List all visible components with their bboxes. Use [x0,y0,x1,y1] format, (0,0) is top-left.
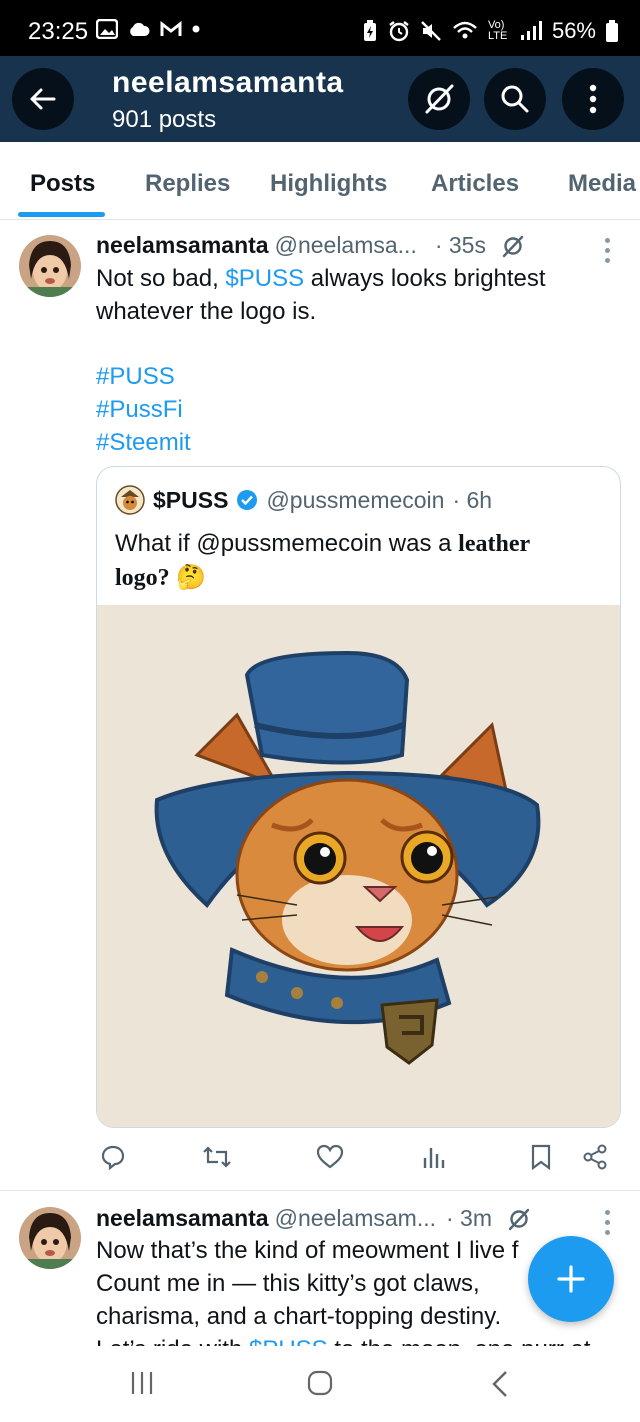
post-header: neelamsamanta @neelamsa... · 35s [96,232,526,259]
search-button[interactable] [484,68,546,130]
author-name[interactable]: neelamsamanta [96,1205,269,1232]
post-more-button[interactable] [603,1210,611,1235]
quoted-author-name[interactable]: $PUSS [153,487,228,514]
profile-tabs: Posts Replies Highlights Articles Media [0,148,640,220]
post-text-part: Not so bad, [96,265,226,292]
author-handle[interactable]: @neelamsam... [275,1205,436,1232]
dot-icon [192,25,200,33]
grok-button[interactable] [408,68,470,130]
status-right-icons: Vo) LTE 56% [362,18,618,44]
status-bar: 23:25 Vo) LTE 56% [0,0,640,56]
active-tab-indicator [18,212,105,217]
more-options-button[interactable] [562,68,624,130]
avatar-image [19,1207,81,1269]
tab-replies[interactable]: Replies [145,170,230,198]
quoted-post-header: $PUSS @pussmemecoin · 6h [115,485,492,515]
battery-icon [606,20,618,42]
quoted-post-text: What if @pussmemecoin was a leather logo… [115,527,585,595]
quote-avatar [115,485,145,515]
quoted-author-handle[interactable]: @pussmemecoin [266,487,444,514]
hashtag-link[interactable]: #PUSS [96,360,596,393]
back-nav-icon[interactable] [490,1370,510,1398]
hashtag-link[interactable]: #PussFi [96,393,596,426]
post-text-line: Let’s ride with $PUSS to the moon, one p… [96,1333,636,1346]
post-header: neelamsamanta @neelamsam... · 3m [96,1205,532,1232]
post-text: Not so bad, $PUSS always looks brightest… [96,262,596,328]
battery-percent: 56% [551,18,596,43]
cloud-icon [130,22,150,36]
author-handle[interactable]: @neelamsa... [275,232,417,259]
gmail-icon [160,21,182,36]
quoted-post-image[interactable] [97,605,620,1127]
leather-cat-logo-image [97,605,620,1127]
avatar[interactable] [19,1207,81,1269]
alarm-icon [389,21,409,42]
back-button[interactable] [12,68,74,130]
post-more-button[interactable] [603,238,611,263]
home-icon[interactable] [307,1370,333,1396]
views-icon[interactable] [422,1144,446,1170]
cashtag-link[interactable]: $PUSS [225,265,304,292]
post-divider [0,1190,640,1191]
reply-icon[interactable] [100,1144,126,1170]
post-text-part: Let’s ride with [96,1336,249,1346]
author-name[interactable]: neelamsamanta [96,232,269,259]
plus-icon [557,1265,585,1293]
grok-icon [425,84,454,114]
thinking-emoji: 🤔 [176,564,207,591]
status-left-icons [96,19,200,39]
post-count: 901 posts [112,106,217,133]
tab-media[interactable]: Media [568,170,636,198]
tab-highlights[interactable]: Highlights [270,170,387,198]
quoted-post-time: · 6h [452,486,493,513]
arrow-left-icon [30,88,56,110]
compose-button[interactable] [528,1236,614,1322]
avatar[interactable] [19,235,81,297]
tab-posts[interactable]: Posts [30,170,95,198]
mute-icon [421,21,441,41]
more-vertical-icon [589,84,597,114]
status-time: 23:25 [28,18,89,45]
share-icon[interactable] [582,1144,608,1170]
battery-saver-icon [363,20,376,41]
grok-icon[interactable] [500,233,526,259]
post-time[interactable]: · 35s [435,232,486,259]
verified-badge-icon [237,490,258,510]
wifi-icon [453,21,477,39]
search-icon [501,85,529,113]
quoted-text-plain: What if @pussmemecoin was a [115,530,459,557]
post-time[interactable]: · 3m [446,1205,492,1232]
recent-apps-icon[interactable] [130,1370,154,1396]
post-actions [96,1142,616,1178]
bookmark-icon[interactable] [530,1144,552,1170]
hashtag-list: #PUSS #PussFi #Steemit [96,360,596,459]
gallery-icon [96,19,118,39]
profile-header: neelamsamanta 901 posts [0,56,640,142]
cashtag-link[interactable]: $PUSS [249,1336,328,1346]
post-text-part: to the moon, one purr at [328,1336,590,1346]
repost-icon[interactable] [202,1144,232,1170]
network-type: Vo) LTE [487,19,508,42]
tab-articles[interactable]: Articles [431,170,519,198]
hashtag-link[interactable]: #Steemit [96,426,596,459]
signal-icon [520,21,542,40]
grok-icon[interactable] [506,1206,532,1232]
heart-icon[interactable] [316,1144,344,1170]
avatar-image [19,235,81,297]
profile-name: neelamsamanta [112,66,344,99]
system-nav-bar [0,1346,640,1422]
quoted-post[interactable]: $PUSS @pussmemecoin · 6h What if @pussme… [96,466,621,1128]
